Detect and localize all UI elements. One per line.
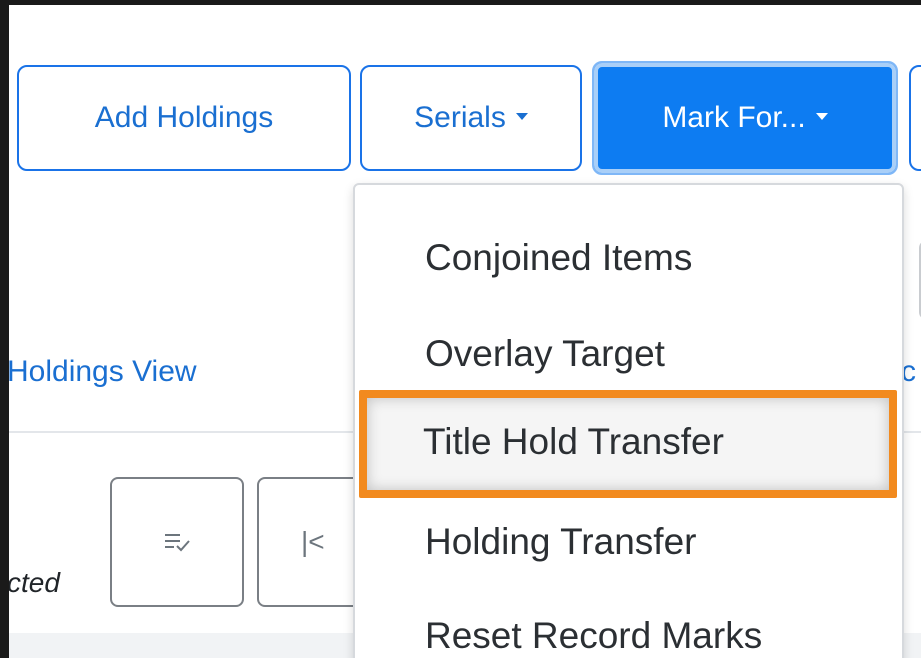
mark-for-button[interactable]: Mark For... — [592, 61, 898, 175]
selected-count-text: cted — [7, 567, 60, 598]
menu-item-holding-transfer[interactable]: Holding Transfer — [425, 521, 696, 563]
holdings-view-link[interactable]: Holdings View — [9, 355, 197, 389]
more-toolbar-button[interactable] — [909, 65, 921, 171]
caret-down-icon — [515, 112, 528, 120]
sort-check-icon — [165, 534, 190, 552]
highlight-outline — [359, 390, 897, 498]
menu-item-overlay-target[interactable]: Overlay Target — [425, 333, 665, 375]
add-holdings-button[interactable]: Add Holdings — [17, 65, 351, 171]
menu-item-reset-record-marks[interactable]: Reset Record Marks — [425, 615, 762, 657]
partial-right-control[interactable] — [919, 240, 921, 320]
mark-for-label: Mark For... — [662, 101, 806, 134]
caret-down-icon — [815, 112, 828, 120]
add-holdings-label: Add Holdings — [94, 101, 274, 134]
first-page-icon: |< — [301, 526, 325, 557]
serials-label: Serials — [414, 101, 506, 134]
menu-item-conjoined-items[interactable]: Conjoined Items — [425, 237, 692, 279]
select-all-button[interactable] — [110, 477, 244, 607]
app-frame: Add Holdings Serials Mark For... Holding… — [0, 0, 921, 658]
serials-button[interactable]: Serials — [360, 65, 582, 171]
